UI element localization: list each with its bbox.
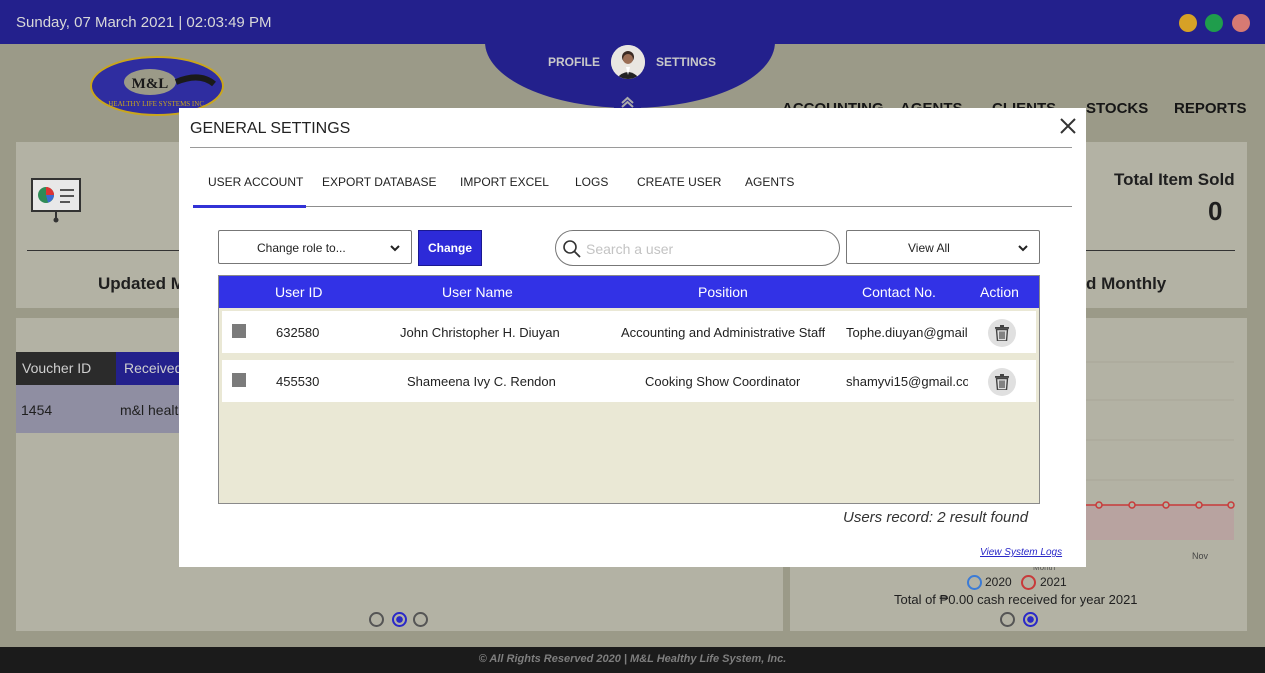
modal-title: GENERAL SETTINGS bbox=[190, 120, 351, 137]
view-system-logs-link[interactable]: View System Logs bbox=[980, 547, 1062, 558]
received-header: Received bbox=[124, 360, 183, 376]
svg-text:HEALTHY LIFE SYSTEMS INC.: HEALTHY LIFE SYSTEMS INC. bbox=[108, 100, 206, 108]
search-input[interactable] bbox=[584, 239, 828, 259]
records-count: Users record: 2 result found bbox=[843, 509, 1029, 526]
line-chart bbox=[1086, 361, 1235, 541]
avatar[interactable] bbox=[611, 45, 645, 79]
updated-monthly-left-label: Updated M bbox=[98, 274, 185, 293]
user-avatar-icon bbox=[611, 45, 645, 79]
position-cell: Accounting and Administrative Staff bbox=[621, 325, 826, 340]
tab-logs[interactable]: LOGS bbox=[575, 175, 608, 189]
footer: © All Rights Reserved 2020 | M&L Healthy… bbox=[0, 647, 1265, 673]
tab-export-database[interactable]: EXPORT DATABASE bbox=[322, 175, 436, 189]
voucher-id-header: Voucher ID bbox=[22, 360, 92, 376]
position-cell: Cooking Show Coordinator bbox=[645, 374, 801, 389]
carousel-dot-1[interactable] bbox=[369, 612, 384, 627]
nav-reports[interactable]: REPORTS bbox=[1174, 100, 1247, 117]
chevron-down-icon bbox=[1018, 245, 1028, 252]
trash-icon bbox=[995, 374, 1009, 390]
legend-2020-label: 2020 bbox=[985, 575, 1012, 589]
carousel-dot-2[interactable] bbox=[392, 612, 407, 627]
legend-2021-label: 2021 bbox=[1040, 575, 1067, 589]
nav-stocks[interactable]: STOCKS bbox=[1086, 100, 1148, 117]
received-cell: m&l healt bbox=[120, 402, 179, 418]
voucher-table-header: Voucher ID bbox=[16, 352, 116, 385]
col-user-id: User ID bbox=[275, 284, 323, 300]
panel-divider-right bbox=[1086, 250, 1235, 251]
tab-create-user[interactable]: CREATE USER bbox=[637, 175, 721, 189]
voucher-id-cell: 1454 bbox=[21, 402, 53, 418]
search-icon bbox=[563, 240, 581, 258]
users-table: User ID User Name Position Contact No. A… bbox=[218, 275, 1040, 504]
table-row[interactable]: 1454 m&l healt bbox=[16, 385, 181, 433]
total-item-sold-label: Total Item Sold bbox=[1114, 170, 1235, 189]
chevron-up-icon bbox=[621, 96, 634, 108]
row-checkbox[interactable] bbox=[232, 373, 246, 387]
chart-caption: Total of ₱0.00 cash received for year 20… bbox=[894, 592, 1138, 607]
close-modal-button[interactable] bbox=[1057, 114, 1079, 138]
users-table-header: User ID User Name Position Contact No. A… bbox=[219, 276, 1039, 308]
tabs-divider bbox=[193, 206, 1072, 207]
col-contact: Contact No. bbox=[862, 284, 936, 300]
settings-link[interactable]: SETTINGS bbox=[656, 55, 716, 69]
user-name-cell: John Christopher H. Diuyan bbox=[400, 325, 560, 340]
table-row[interactable]: 632580 John Christopher H. Diuyan Accoun… bbox=[222, 311, 1036, 353]
col-user-name: User Name bbox=[442, 284, 513, 300]
received-header-cell: Received bbox=[116, 352, 183, 385]
col-position: Position bbox=[698, 284, 748, 300]
active-tab-indicator bbox=[193, 205, 306, 208]
logo-icon: M&L HEALTHY LIFE SYSTEMS INC. bbox=[90, 56, 224, 116]
svg-text:M&L: M&L bbox=[132, 76, 169, 92]
contact-cell: shamyvi15@gmail.com bbox=[846, 374, 968, 389]
user-name-cell: Shameena Ivy C. Rendon bbox=[407, 374, 556, 389]
close-window-button[interactable] bbox=[1232, 14, 1250, 32]
tab-agents[interactable]: AGENTS bbox=[745, 175, 794, 189]
table-row[interactable]: 455530 Shameena Ivy C. Rendon Cooking Sh… bbox=[222, 360, 1036, 402]
general-settings-modal: GENERAL SETTINGS USER ACCOUNT EXPORT DAT… bbox=[179, 108, 1086, 567]
maximize-button[interactable] bbox=[1205, 14, 1223, 32]
view-filter-select[interactable]: View All bbox=[846, 230, 1040, 264]
chevron-down-icon bbox=[390, 245, 400, 252]
company-logo: M&L HEALTHY LIFE SYSTEMS INC. bbox=[90, 56, 224, 116]
panel-divider-left bbox=[27, 250, 190, 251]
updated-monthly-right-label: d Monthly bbox=[1086, 274, 1167, 293]
row-checkbox[interactable] bbox=[232, 324, 246, 338]
tab-user-account[interactable]: USER ACCOUNT bbox=[208, 175, 303, 189]
minimize-button[interactable] bbox=[1179, 14, 1197, 32]
carousel-dot-3[interactable] bbox=[413, 612, 428, 627]
contact-cell: Tophe.diuyan@gmail.com bbox=[846, 325, 968, 340]
chart-area bbox=[1086, 360, 1236, 541]
close-icon bbox=[1060, 118, 1076, 134]
tab-import-excel[interactable]: IMPORT EXCEL bbox=[460, 175, 549, 189]
user-id-cell: 632580 bbox=[276, 325, 320, 340]
chart-carousel-dot-2[interactable] bbox=[1023, 612, 1038, 627]
total-item-sold-value: 0 bbox=[1208, 196, 1223, 226]
legend-2020-marker bbox=[967, 575, 982, 590]
user-id-cell: 455530 bbox=[276, 374, 320, 389]
search-bar bbox=[555, 230, 840, 266]
change-role-value: Change role to... bbox=[257, 241, 346, 255]
legend-2021-marker bbox=[1021, 575, 1036, 590]
change-role-button[interactable]: Change bbox=[418, 230, 482, 266]
col-action: Action bbox=[980, 284, 1019, 300]
delete-user-button[interactable] bbox=[988, 319, 1016, 347]
change-role-select[interactable]: Change role to... bbox=[218, 230, 412, 264]
chart-carousel-dot-1[interactable] bbox=[1000, 612, 1015, 627]
profile-link[interactable]: PROFILE bbox=[548, 55, 600, 69]
delete-user-button[interactable] bbox=[988, 368, 1016, 396]
view-filter-value: View All bbox=[908, 241, 950, 255]
chart-x-tick: Nov bbox=[1192, 551, 1209, 561]
copyright-text: © All Rights Reserved 2020 | M&L Healthy… bbox=[478, 653, 787, 665]
presentation-icon bbox=[30, 177, 82, 228]
datetime-label: Sunday, 07 March 2021 | 02:03:49 PM bbox=[16, 14, 272, 31]
title-divider bbox=[190, 147, 1072, 148]
trash-icon bbox=[995, 325, 1009, 341]
